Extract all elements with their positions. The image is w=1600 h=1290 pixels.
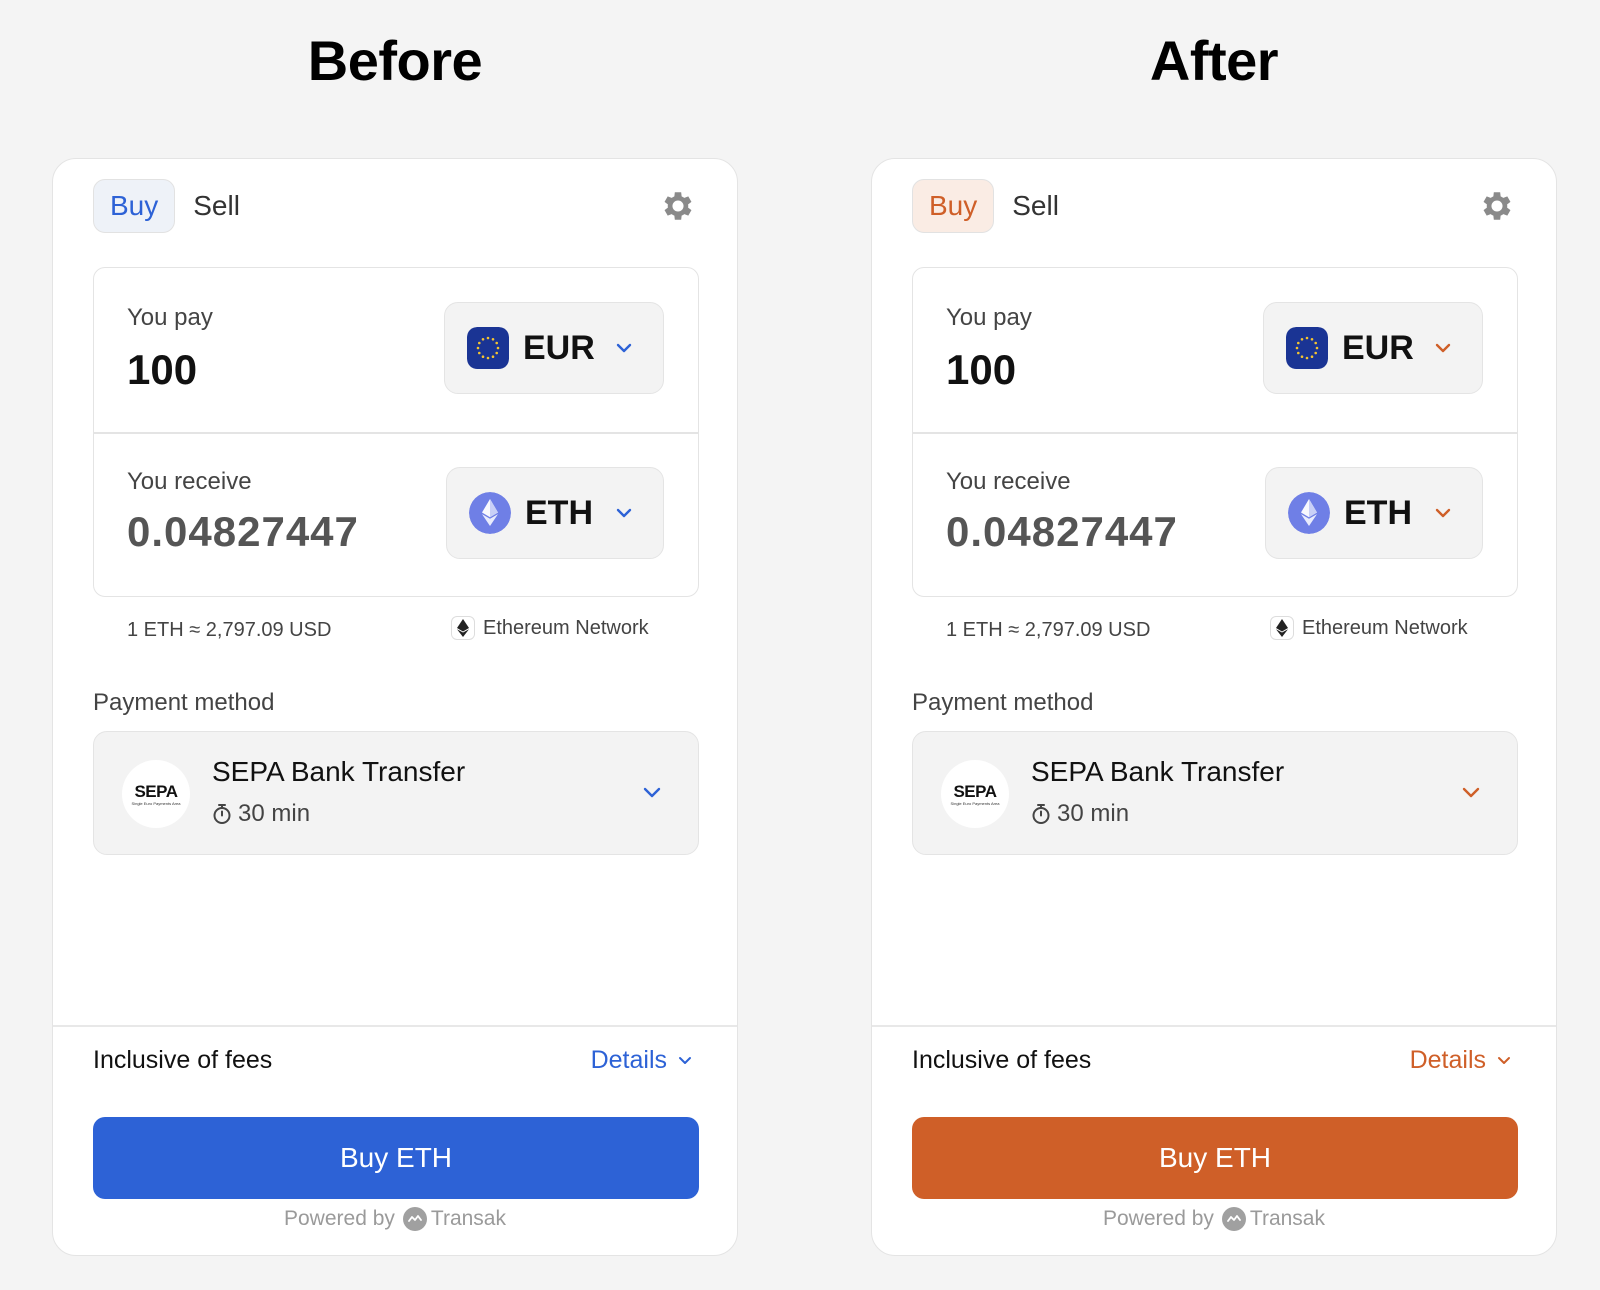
tab-buy[interactable]: Buy [93,179,176,233]
fees-label: Inclusive of fees [912,1046,1092,1074]
footer-divider [872,1025,1556,1027]
gear-icon[interactable] [1478,187,1516,225]
sepa-logo: SEPA Single Euro Payments Area [941,760,1009,828]
payment-method-label: Payment method [912,689,1094,716]
payment-method-time: 30 min [212,800,310,828]
powered-by: Powered by Transak [872,1207,1556,1231]
pay-currency-code: EUR [523,328,595,367]
buy-sell-tabs: Buy Sell [93,179,256,233]
panel-before: Before Buy Sell You pay 100 EUR You rece… [52,0,738,1290]
transak-logo [402,1207,427,1231]
sepa-logo-subtext: Single Euro Payments Area [950,800,1000,806]
payment-method-label: Payment method [93,689,275,716]
sepa-logo-text: SEPA [953,781,997,801]
panel-heading: After [1149,29,1279,92]
chevron-down-icon [616,343,632,353]
chevron-down-icon [616,508,632,518]
eth-icon [469,492,511,534]
footer-divider [53,1025,737,1027]
amount-divider [913,432,1517,434]
payment-method-selector[interactable]: SEPA Single Euro Payments Area SEPA Bank… [93,731,699,855]
you-pay-label: You pay [946,304,1032,331]
network-badge: Ethereum Network [451,616,649,640]
powered-by-label: Powered by [1103,1207,1214,1230]
receive-currency-selector[interactable]: ETH [446,467,664,559]
sepa-logo-text: SEPA [134,781,178,801]
buy-eth-button[interactable]: Buy ETH [93,1117,699,1199]
details-label: Details [1409,1046,1486,1074]
stopwatch-icon [1032,804,1050,824]
you-pay-label: You pay [127,304,213,331]
network-badge: Ethereum Network [1270,616,1468,640]
chevron-down-icon [1498,1057,1510,1064]
payment-method-name: SEPA Bank Transfer [212,756,466,787]
fees-label: Inclusive of fees [93,1046,273,1074]
payment-method-time-value: 30 min [1057,800,1130,827]
you-receive-label: You receive [946,468,1071,495]
tab-sell[interactable]: Sell [996,179,1075,233]
payment-method-time: 30 min [1031,800,1129,828]
pay-currency-code: EUR [1342,328,1414,367]
panel-after: After Buy Sell You pay 100 EUR You recei… [871,0,1557,1290]
you-receive-value: 0.04827447 [946,508,1178,555]
transak-logo [1221,1207,1246,1231]
chevron-down-icon [643,787,661,798]
tab-sell[interactable]: Sell [177,179,256,233]
amount-box: You pay 100 EUR You receive 0.04827447 E… [912,267,1518,597]
pay-currency-selector[interactable]: EUR [1263,302,1483,394]
payment-method-name: SEPA Bank Transfer [1031,756,1285,787]
transak-brand: Transak [1249,1207,1325,1230]
network-label: Ethereum Network [1302,616,1468,639]
eu-flag-icon [1286,327,1328,369]
eth-icon [1288,492,1330,534]
ethereum-network-icon [451,616,475,640]
eu-flag-icon [467,327,509,369]
chevron-down-icon [1462,787,1480,798]
you-pay-input[interactable]: 100 [127,346,197,394]
amount-divider [94,432,698,434]
details-toggle[interactable]: Details [591,1029,693,1091]
transak-brand: Transak [430,1207,506,1230]
tab-buy[interactable]: Buy [912,179,995,233]
receive-currency-code: ETH [1344,493,1412,532]
sepa-logo-subtext: Single Euro Payments Area [131,800,181,806]
buy-sell-tabs: Buy Sell [912,179,1075,233]
powered-by: Powered by Transak [53,1207,737,1231]
chevron-down-icon [679,1057,691,1064]
exchange-rate: 1 ETH ≈ 2,797.09 USD [127,619,332,641]
receive-currency-selector[interactable]: ETH [1265,467,1483,559]
details-label: Details [590,1046,667,1074]
powered-by-label: Powered by [284,1207,395,1230]
chevron-down-icon [1435,343,1451,353]
pay-currency-selector[interactable]: EUR [444,302,664,394]
widget-card: Buy Sell You pay 100 EUR You receive 0.0… [52,158,738,1256]
widget-card: Buy Sell You pay 100 EUR You receive 0.0… [871,158,1557,1256]
buy-eth-button[interactable]: Buy ETH [912,1117,1518,1199]
amount-box: You pay 100 EUR You receive 0.04827447 E… [93,267,699,597]
payment-method-time-value: 30 min [238,800,311,827]
receive-currency-code: ETH [525,493,593,532]
sepa-logo: SEPA Single Euro Payments Area [122,760,190,828]
details-toggle[interactable]: Details [1410,1029,1512,1091]
you-pay-input[interactable]: 100 [946,346,1016,394]
you-receive-value: 0.04827447 [127,508,359,555]
ethereum-network-icon [1270,616,1294,640]
network-label: Ethereum Network [483,616,649,639]
panel-heading: Before [307,29,483,92]
exchange-rate: 1 ETH ≈ 2,797.09 USD [946,619,1151,641]
chevron-down-icon [1435,508,1451,518]
you-receive-label: You receive [127,468,252,495]
gear-icon[interactable] [659,187,697,225]
payment-method-selector[interactable]: SEPA Single Euro Payments Area SEPA Bank… [912,731,1518,855]
stopwatch-icon [213,804,231,824]
